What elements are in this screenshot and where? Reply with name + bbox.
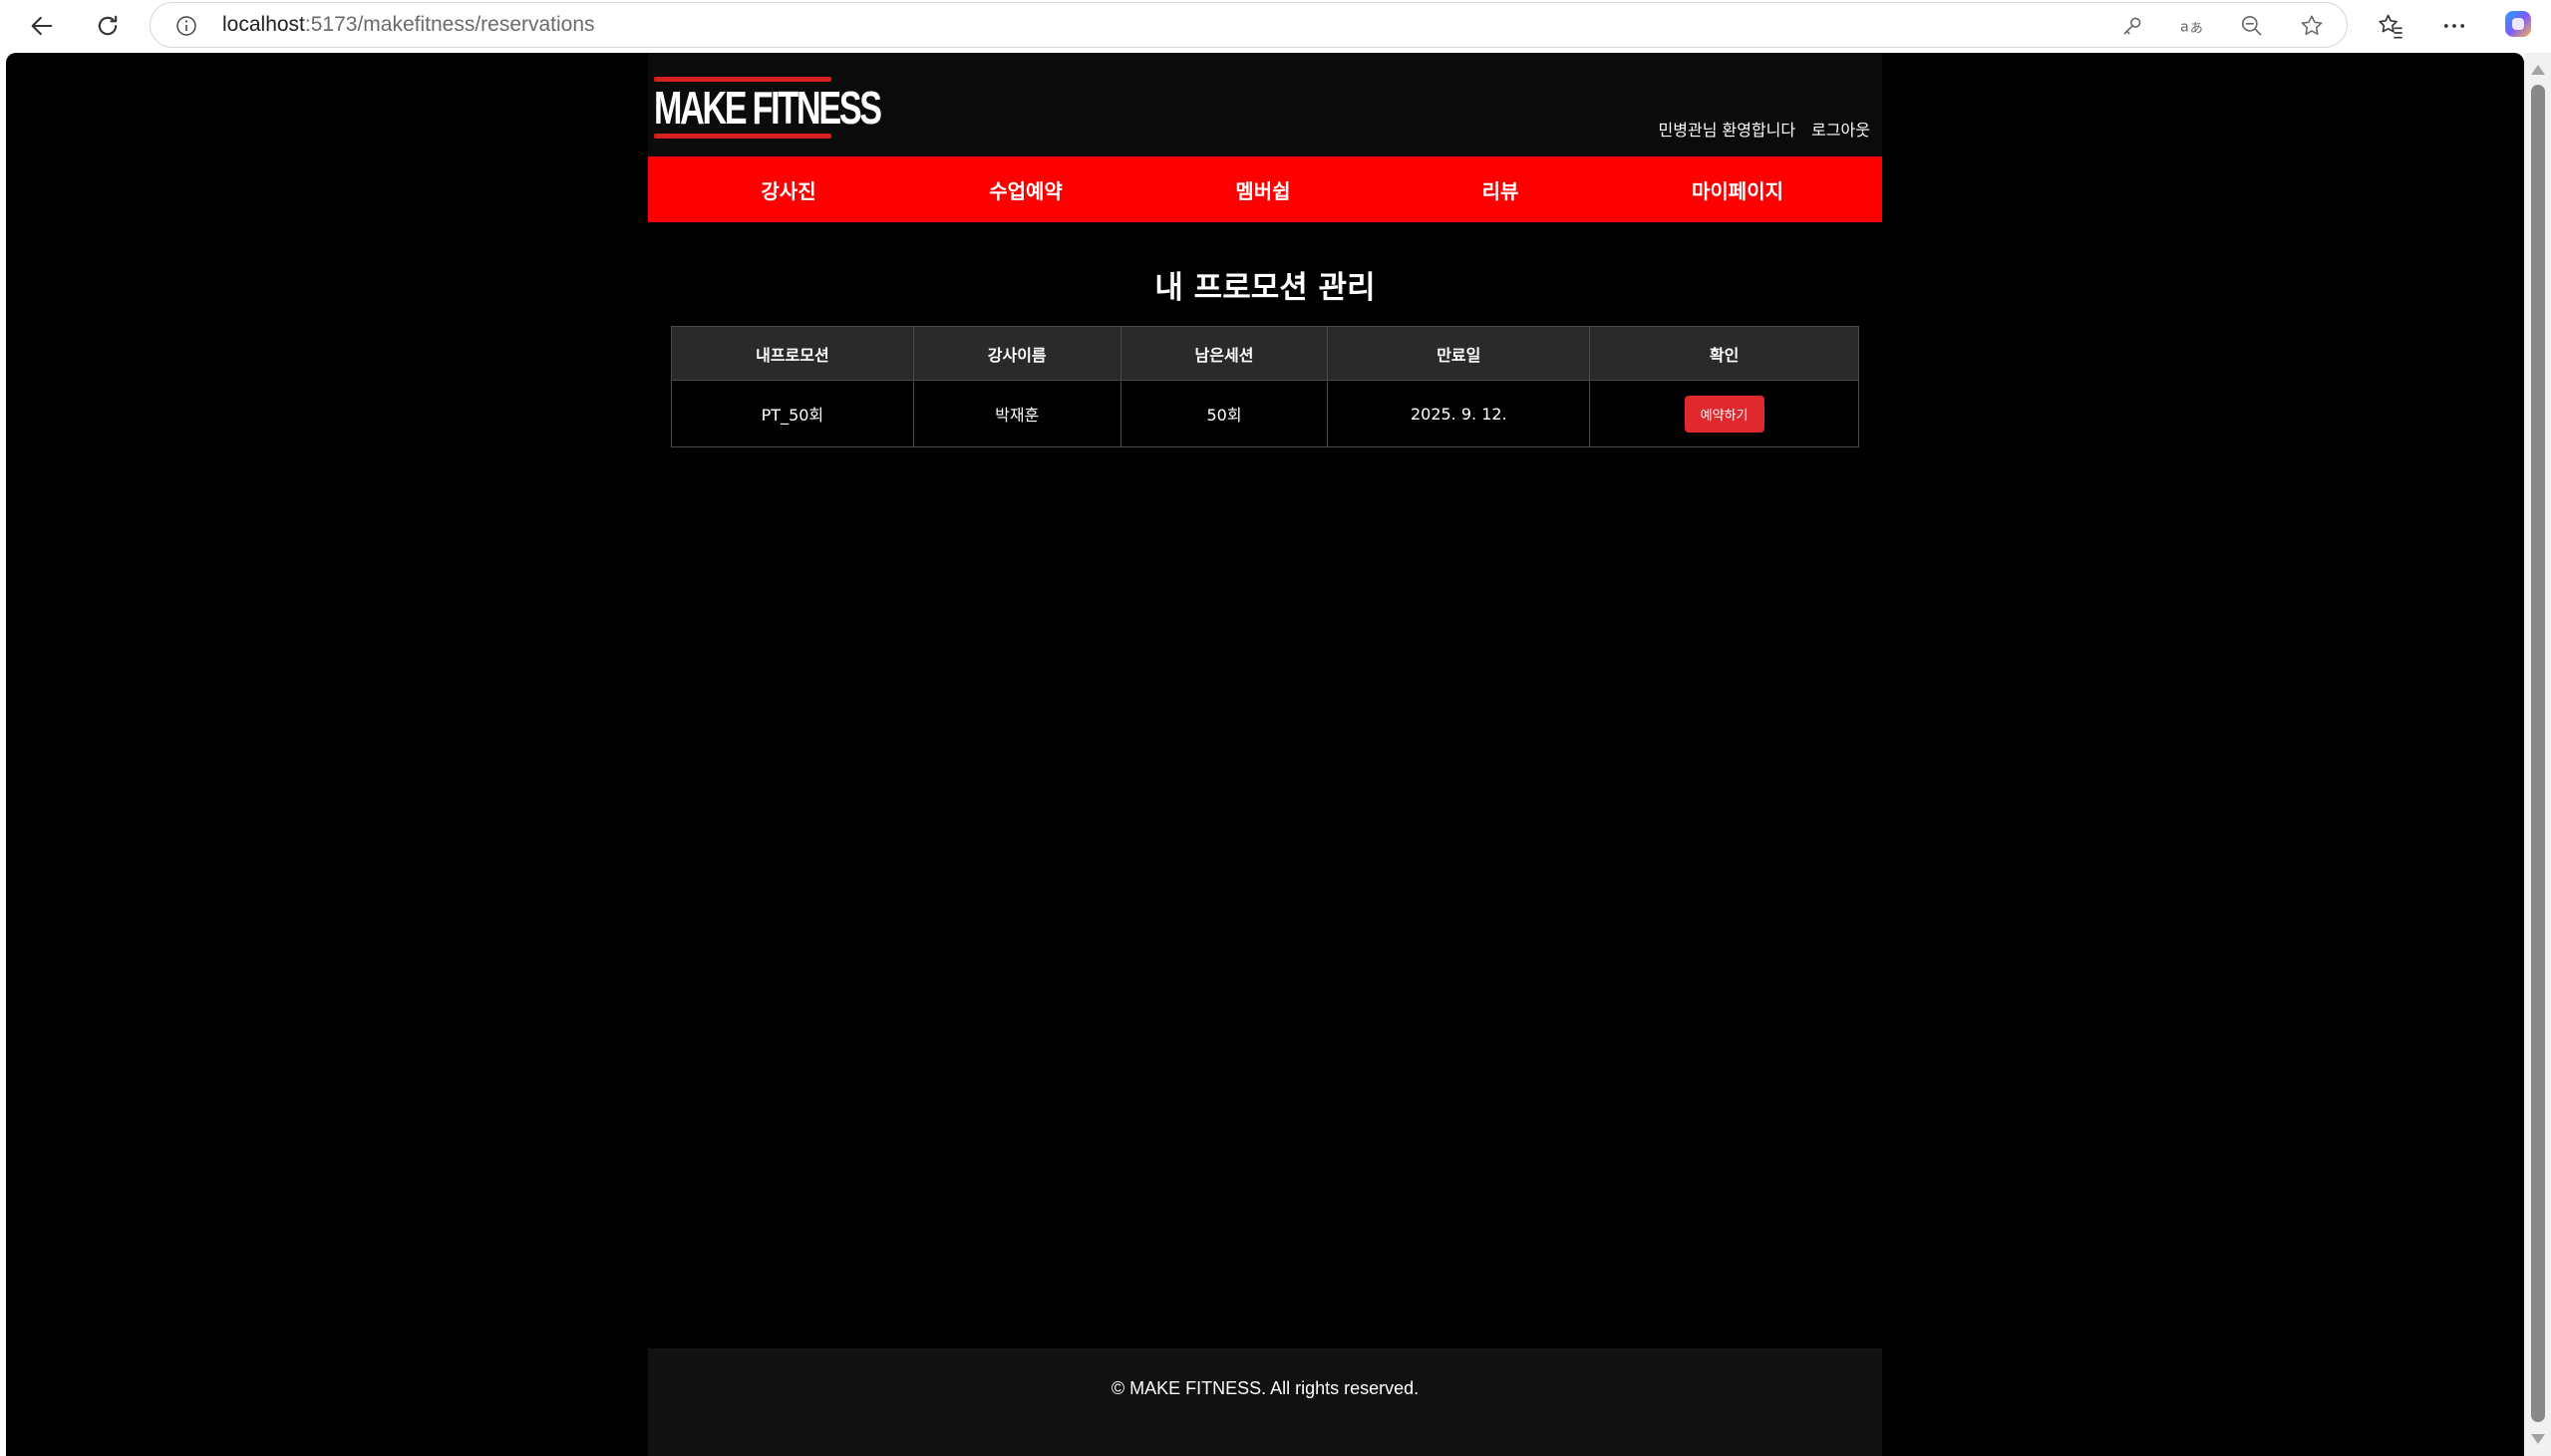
svg-text:a: a [2180,19,2189,35]
info-icon[interactable] [174,14,198,38]
copilot-icon[interactable] [2502,8,2534,40]
more-menu-button[interactable] [2432,4,2476,48]
reserve-button[interactable]: 예약하기 [1684,395,1764,433]
favorites-button[interactable] [2369,4,2412,48]
site-footer: © MAKE FITNESS. All rights reserved. [648,1348,1882,1456]
table-header-row: 내프로모션 강사이름 남은세션 만료일 확인 [671,326,1859,381]
key-icon[interactable] [2119,13,2145,39]
nav-item-membership[interactable]: 멤버쉽 [1144,156,1382,222]
page-viewport: MAKE FITNESS 민병관님 환영합니다 로그아웃 강사진 수업예약 멤버… [6,53,2524,1456]
arrow-left-icon [31,16,53,36]
browser-toolbar: localhost:5173/makefitness/reservations … [0,0,2551,52]
column-header-confirm: 확인 [1589,326,1859,381]
logo-text: MAKE FITNESS [654,82,882,134]
cell-action: 예약하기 [1589,380,1859,447]
cell-trainer: 박재훈 [912,380,1121,447]
url-host: localhost [222,13,305,36]
zoom-out-icon[interactable] [2239,13,2265,39]
scroll-down-arrow-icon[interactable] [2531,1434,2545,1444]
cell-expiry: 2025. 9. 12. [1327,380,1591,447]
cell-remaining: 50회 [1119,380,1329,447]
translate-icon[interactable]: a あ [2179,13,2205,39]
url-path: :5173/makefitness/reservations [304,13,595,36]
nav-item-trainers[interactable]: 강사진 [670,156,907,222]
promotion-table: 내프로모션 강사이름 남은세션 만료일 확인 PT_50회 박재훈 50회 20… [671,326,1859,447]
nav-item-mypage[interactable]: 마이페이지 [1619,156,1856,222]
url-text[interactable]: localhost:5173/makefitness/reservations [222,13,595,37]
nav-item-class-booking[interactable]: 수업예약 [907,156,1144,222]
scroll-up-arrow-icon[interactable] [2531,65,2545,75]
column-header-trainer: 강사이름 [912,326,1121,381]
page-scrollbar[interactable] [2524,53,2551,1456]
star-icon[interactable] [2299,13,2325,39]
main-nav: 강사진 수업예약 멤버쉽 리뷰 마이페이지 [648,156,1882,222]
app-container: MAKE FITNESS 민병관님 환영합니다 로그아웃 강사진 수업예약 멤버… [648,53,1882,1456]
favorites-icon [2379,14,2402,39]
column-header-remaining: 남은세션 [1119,326,1329,381]
column-header-promotion: 내프로모션 [671,326,914,381]
logo-bar-bottom [654,134,831,139]
nav-item-reviews[interactable]: 리뷰 [1382,156,1619,222]
scroll-thumb[interactable] [2531,85,2545,1422]
more-dots-icon [2443,24,2465,28]
table-row: PT_50회 박재훈 50회 2025. 9. 12. 예약하기 [671,380,1859,447]
cell-promotion: PT_50회 [671,380,914,447]
site-logo[interactable]: MAKE FITNESS [654,77,882,139]
reload-button[interactable] [86,4,130,48]
user-area: 민병관님 환영합니다 로그아웃 [1659,117,1870,141]
svg-text:あ: あ [2190,22,2203,37]
welcome-text: 민병관님 환영합니다 [1658,121,1796,140]
site-header: MAKE FITNESS 민병관님 환영합니다 로그아웃 [648,53,1882,156]
column-header-expiry: 만료일 [1327,326,1591,381]
reload-icon [98,15,118,36]
footer-copyright: © MAKE FITNESS. All rights reserved. [1111,1378,1420,1398]
back-button[interactable] [20,4,64,48]
page-title: 내 프로모션 관리 [1154,270,1376,306]
logout-link[interactable]: 로그아웃 [1811,117,1870,141]
address-bar[interactable]: localhost:5173/makefitness/reservations … [150,2,2348,48]
